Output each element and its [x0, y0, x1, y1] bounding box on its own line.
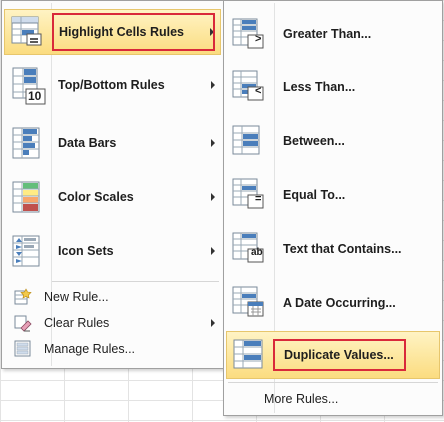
menu-item-top-bottom-rules[interactable]: 10 Top/Bottom Rules	[4, 63, 221, 107]
menu-item-label: Data Bars	[58, 136, 117, 150]
icon-glyph-text: ab	[251, 247, 263, 258]
conditional-formatting-menu: Highlight Cells Rules 10 Top/Bottom Rule…	[1, 0, 224, 369]
menu-separator	[228, 382, 438, 383]
menu-item-label: Color Scales	[58, 190, 134, 204]
new-rule-icon	[14, 288, 32, 305]
menu-item-label: Top/Bottom Rules	[58, 78, 165, 92]
menu-item-icon-sets[interactable]: Icon Sets	[4, 227, 221, 275]
submenu-arrow-icon	[211, 247, 215, 255]
menu-item-data-bars[interactable]: Data Bars	[4, 119, 221, 167]
menu-item-equal-to[interactable]: = Equal To...	[226, 171, 440, 219]
menu-item-manage-rules[interactable]: Manage Rules...	[4, 337, 221, 361]
date-occurring-icon	[232, 286, 264, 317]
menu-item-between[interactable]: Between...	[226, 117, 440, 165]
menu-separator	[52, 281, 219, 282]
red-callout-box	[273, 339, 406, 371]
menu-item-label: Manage Rules...	[44, 342, 136, 356]
red-callout-box	[52, 13, 215, 51]
menu-item-greater-than[interactable]: > Greater Than...	[226, 11, 440, 57]
manage-rules-icon	[14, 340, 31, 357]
icon-glyph-text: >	[255, 33, 262, 45]
data-bars-icon	[12, 127, 40, 159]
icon-glyph-text: =	[255, 193, 262, 205]
menu-item-color-scales[interactable]: Color Scales	[4, 173, 221, 221]
duplicate-values-icon	[233, 339, 263, 369]
menu-item-label: Greater Than...	[283, 27, 372, 41]
menu-item-date-occurring[interactable]: A Date Occurring...	[226, 279, 440, 327]
highlight-cells-rules-submenu: > Greater Than... < Less Than... Between…	[223, 0, 443, 416]
highlight-cells-rules-icon	[11, 16, 42, 46]
menu-item-label: More Rules...	[264, 392, 339, 406]
menu-item-more-rules[interactable]: More Rules...	[226, 387, 440, 411]
icon-sets-icon	[12, 235, 40, 267]
color-scales-icon	[12, 181, 40, 213]
clear-rules-icon	[14, 315, 32, 332]
submenu-arrow-icon	[211, 193, 215, 201]
submenu-arrow-icon	[211, 81, 215, 89]
between-icon	[232, 125, 260, 155]
menu-item-label: New Rule...	[44, 290, 109, 304]
menu-item-label: Equal To...	[283, 188, 346, 202]
menu-item-label: Less Than...	[283, 80, 356, 94]
menu-item-label: Clear Rules	[44, 316, 110, 330]
menu-item-label: Icon Sets	[58, 244, 114, 258]
submenu-arrow-icon	[211, 139, 215, 147]
menu-item-new-rule[interactable]: New Rule...	[4, 285, 221, 309]
menu-item-text-that-contains[interactable]: ab Text that Contains...	[226, 225, 440, 273]
icon-glyph-text: <	[255, 85, 262, 97]
submenu-arrow-icon	[211, 319, 215, 327]
menu-item-label: A Date Occurring...	[283, 296, 396, 310]
menu-item-less-than[interactable]: < Less Than...	[226, 63, 440, 111]
menu-item-label: Text that Contains...	[283, 242, 402, 256]
menu-item-label: Between...	[283, 134, 345, 148]
icon-number-text: 10	[28, 89, 42, 103]
menu-item-clear-rules[interactable]: Clear Rules	[4, 311, 221, 335]
